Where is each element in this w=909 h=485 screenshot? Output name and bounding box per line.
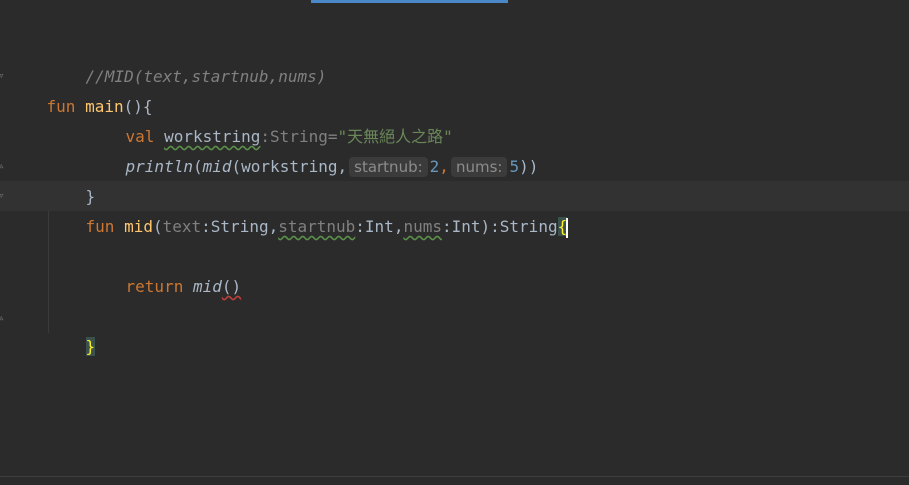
editor-tab-indicator [311, 0, 508, 3]
function-call: mid [202, 157, 232, 176]
fold-end-icon[interactable]: ▵ [0, 312, 6, 323]
keyword: fun [85, 217, 115, 236]
matched-brace: } [85, 337, 96, 356]
function-name: mid [124, 217, 153, 236]
code-line[interactable]: fun mid(text:String,startnub:Int,nums:In… [47, 182, 569, 238]
punctuation: )) [519, 157, 539, 176]
code-line[interactable]: val workstring:String="天無絕人之路" [87, 92, 453, 146]
param-type: :Int, [355, 217, 404, 236]
code-line[interactable]: } [47, 152, 96, 206]
argument: workstring, [241, 157, 348, 176]
fold-end-icon[interactable]: ▵ [0, 160, 6, 171]
code-line[interactable]: fun main(){ [8, 62, 153, 116]
code-line[interactable]: } [47, 302, 96, 356]
param-type: :String, [201, 217, 279, 236]
function-call: mid [192, 277, 222, 296]
parameter: nums [403, 217, 442, 236]
fold-icon[interactable]: ▿ [0, 70, 6, 81]
parameter: text [162, 217, 202, 236]
code-line[interactable]: println(mid(workstring, startnub: 2, nums: 5… [87, 122, 538, 177]
keyword: return [125, 277, 184, 296]
number-literal: 2 [429, 157, 440, 176]
code-line[interactable]: //MID(text,startnub,nums) [47, 32, 327, 86]
number-literal: 5 [509, 157, 520, 176]
parameter: startnub [278, 217, 356, 236]
fold-icon[interactable]: ▿ [0, 190, 6, 201]
code-line[interactable]: return mid() [87, 242, 242, 296]
keyword: fun [46, 97, 76, 116]
param-type: :Int):String [441, 217, 558, 236]
function-call: println [125, 157, 193, 176]
bottom-border [0, 476, 909, 485]
parameter-hint: startnub: [349, 157, 428, 177]
parameter-hint: nums: [450, 157, 508, 177]
text-caret [566, 217, 569, 238]
error-parens: () [221, 277, 242, 296]
